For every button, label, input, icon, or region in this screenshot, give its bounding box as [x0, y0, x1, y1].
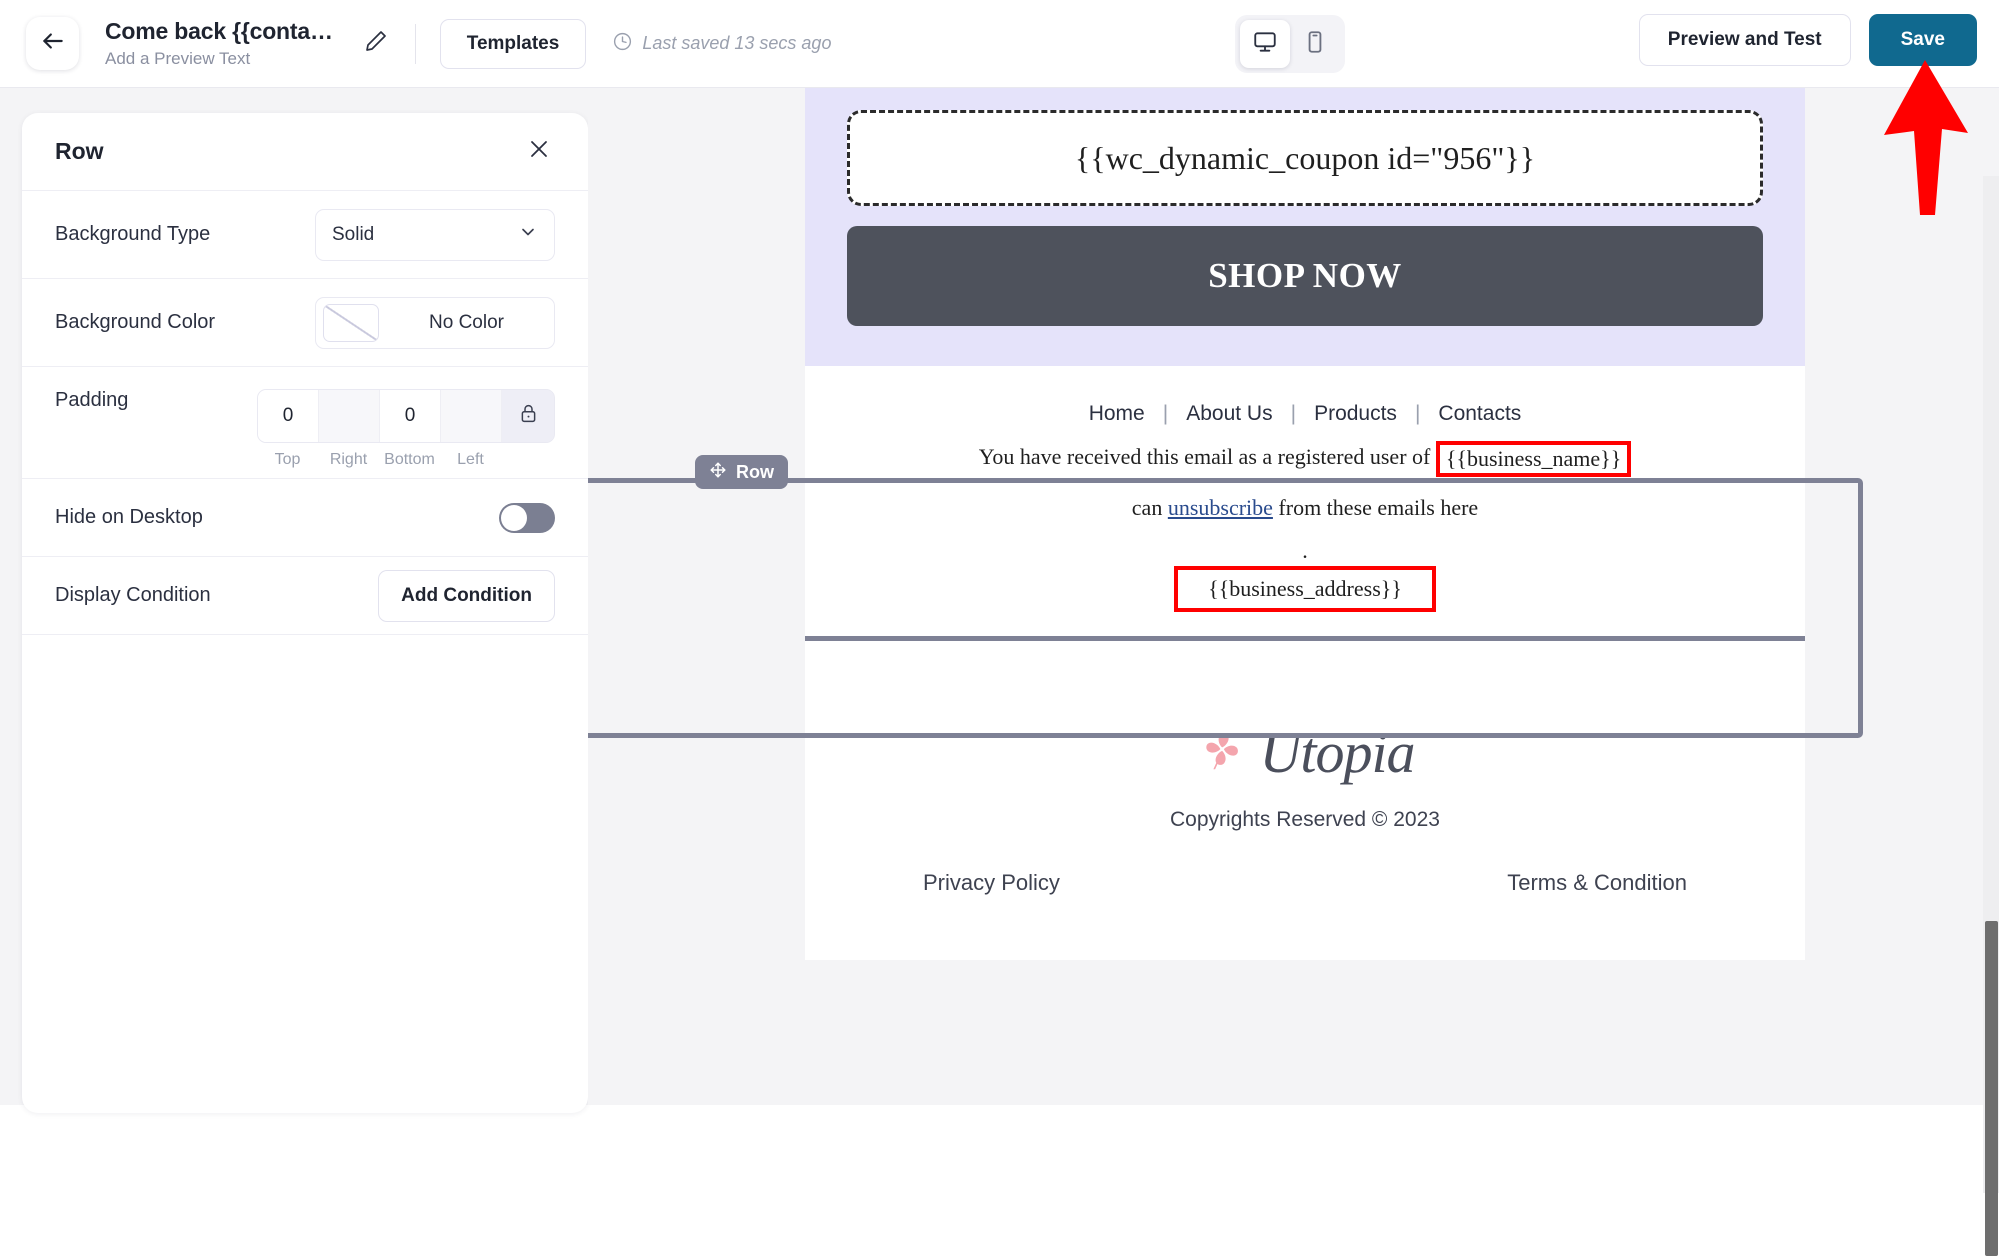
privacy-policy-link[interactable]: Privacy Policy: [923, 870, 1060, 896]
background-type-row: Background Type Solid: [22, 191, 588, 279]
toggle-knob: [501, 504, 527, 531]
email-sheet: {{wc_dynamic_coupon id="956"}} SHOP NOW …: [805, 88, 1805, 961]
display-condition-row: Display Condition Add Condition: [22, 557, 588, 635]
padding-bottom-input[interactable]: 0: [380, 390, 441, 442]
background-type-label: Background Type: [55, 223, 211, 245]
last-saved-text: Last saved 13 secs ago: [642, 33, 832, 53]
footer-link-products[interactable]: Products: [1296, 402, 1415, 426]
footer-line2-post: from these emails here: [1278, 495, 1479, 521]
templates-button[interactable]: Templates: [439, 18, 587, 69]
mobile-view-button[interactable]: [1290, 20, 1340, 68]
background-color-value: No Color: [429, 311, 504, 333]
footer-registered-user-line: You have received this email as a regist…: [805, 440, 1805, 478]
footer-nav: Home | About Us | Products | Contacts: [805, 402, 1805, 426]
last-saved-status: Last saved 13 secs ago: [612, 31, 831, 57]
email-canvas: {{wc_dynamic_coupon id="956"}} SHOP NOW …: [588, 88, 1999, 1105]
row-settings-panel: Row Background Type Solid Background Col…: [22, 113, 588, 1113]
display-condition-label: Display Condition: [55, 584, 211, 606]
padding-label-left: Left: [457, 451, 484, 468]
footer-link-about-us[interactable]: About Us: [1168, 402, 1290, 426]
background-color-picker[interactable]: No Color: [315, 296, 555, 349]
brand-row-block[interactable]: Utopia Copyrights Reserved © 2023 Privac…: [805, 667, 1805, 961]
preview-and-test-button[interactable]: Preview and Test: [1638, 14, 1851, 66]
dynamic-coupon-placeholder[interactable]: {{wc_dynamic_coupon id="956"}}: [847, 110, 1763, 206]
padding-label-spacer: [501, 451, 553, 469]
footer-dot: .: [1302, 538, 1308, 564]
red-up-arrow-icon: [1880, 60, 1970, 259]
padding-inputs: 0 0: [257, 389, 555, 443]
background-type-select[interactable]: Solid: [315, 208, 555, 261]
chevron-down-icon: [518, 222, 538, 248]
vertical-scrollbar-track[interactable]: [1983, 176, 1999, 1256]
toolbar-divider: [414, 23, 416, 64]
padding-label-bottom: Bottom: [384, 451, 435, 468]
padding-row: Padding 0 0 Top Right Bottom Left: [22, 367, 588, 479]
footer-link-home[interactable]: Home: [1071, 402, 1163, 426]
no-color-swatch-icon: [323, 303, 379, 342]
device-preview-switcher: [1235, 15, 1345, 73]
close-panel-button[interactable]: [523, 136, 555, 168]
lock-icon: [518, 403, 539, 430]
footer-link-contacts[interactable]: Contacts: [1420, 402, 1539, 426]
footer-bottom-border: [805, 636, 1805, 642]
close-icon: [527, 137, 551, 166]
top-toolbar: Come back {{conta… Add a Preview Text Te…: [0, 0, 1999, 88]
preview-text-placeholder[interactable]: Add a Preview Text: [105, 49, 333, 69]
desktop-view-button[interactable]: [1240, 20, 1290, 68]
padding-label: Padding: [55, 389, 129, 411]
coupon-row-block[interactable]: {{wc_dynamic_coupon id="956"}} SHOP NOW: [805, 88, 1805, 366]
row-drag-badge[interactable]: Row: [695, 455, 788, 489]
padding-label-top: Top: [274, 451, 301, 468]
shop-now-button[interactable]: SHOP NOW: [847, 226, 1763, 326]
edit-title-button[interactable]: [359, 27, 393, 61]
clover-icon: [1195, 722, 1251, 783]
background-color-label: Background Color: [55, 311, 216, 333]
arrow-left-icon: [40, 28, 66, 59]
background-type-value: Solid: [332, 223, 375, 245]
padding-group: 0 0 Top Right Bottom Left: [257, 389, 555, 469]
annotation-arrow: [1880, 55, 1970, 260]
move-arrows-icon: [709, 461, 727, 484]
add-condition-button[interactable]: Add Condition: [378, 569, 555, 622]
unsubscribe-link[interactable]: unsubscribe: [1168, 495, 1273, 520]
padding-label-right: Right: [329, 451, 368, 468]
back-button[interactable]: [26, 17, 79, 70]
brand-logo: Utopia: [865, 719, 1745, 786]
footer-line1-prefix: You have received this email as a regist…: [978, 444, 1431, 469]
brand-footer-links: Privacy Policy Terms & Condition: [865, 870, 1745, 896]
hide-on-desktop-toggle[interactable]: [499, 502, 555, 533]
campaign-title-block: Come back {{conta… Add a Preview Text: [105, 18, 333, 68]
padding-side-labels: Top Right Bottom Left: [257, 451, 553, 469]
editor-body: Row Background Type Solid Background Col…: [0, 88, 1999, 1256]
business-name-merge-tag[interactable]: {{business_name}}: [1435, 440, 1632, 478]
hide-on-desktop-row: Hide on Desktop: [22, 479, 588, 557]
footer-unsubscribe-line: can unsubscribe from these emails here: [805, 491, 1805, 524]
terms-condition-link[interactable]: Terms & Condition: [1507, 870, 1687, 896]
hide-on-desktop-label: Hide on Desktop: [55, 506, 203, 528]
padding-top-input[interactable]: 0: [258, 390, 319, 442]
padding-lock-button[interactable]: [502, 390, 554, 442]
padding-right-input[interactable]: [319, 390, 380, 442]
panel-title: Row: [55, 138, 104, 164]
padding-left-input[interactable]: [441, 390, 502, 442]
pencil-icon: [364, 29, 388, 58]
background-color-row: Background Color No Color: [22, 279, 588, 367]
row-badge-label: Row: [736, 461, 774, 482]
footer-row-block[interactable]: Home | About Us | Products | Contacts Yo…: [805, 366, 1805, 668]
phone-icon: [1302, 29, 1328, 60]
campaign-title: Come back {{conta…: [105, 18, 333, 45]
monitor-icon: [1252, 29, 1278, 60]
copyright-text: Copyrights Reserved © 2023: [1170, 808, 1440, 832]
clock-icon: [612, 31, 633, 57]
brand-name: Utopia: [1259, 720, 1415, 786]
business-address-merge-tag[interactable]: {{business_address}}: [1174, 566, 1436, 613]
vertical-scrollbar-thumb[interactable]: [1985, 921, 1998, 1256]
footer-line2-pre: can: [1131, 495, 1163, 521]
panel-header: Row: [22, 113, 588, 191]
